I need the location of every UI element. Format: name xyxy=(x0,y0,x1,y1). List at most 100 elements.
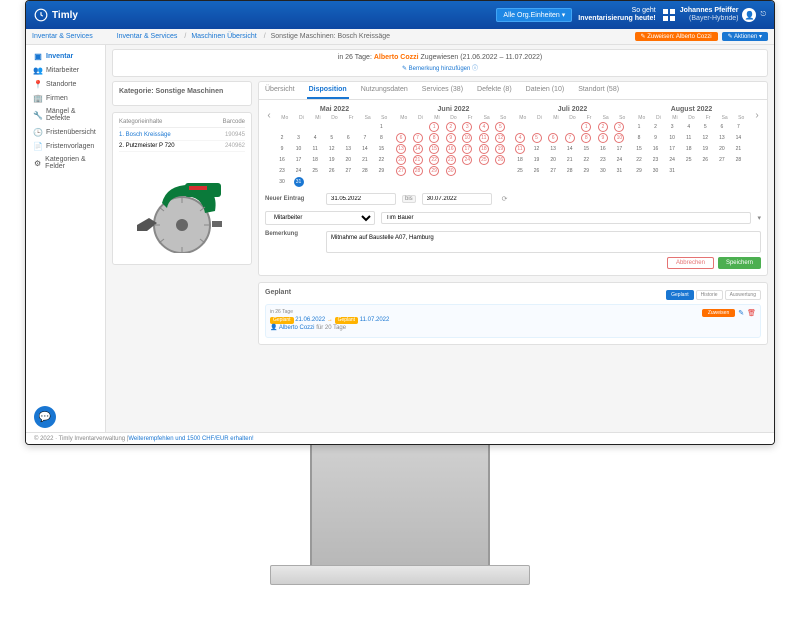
calendar-day[interactable]: 29 xyxy=(581,166,591,176)
calendar-day[interactable]: 18 xyxy=(310,155,320,165)
calendar-day[interactable]: 31 xyxy=(614,166,624,176)
calendar-day[interactable]: 20 xyxy=(396,155,406,165)
calendar-day[interactable]: 4 xyxy=(684,122,694,132)
assignee-type-select[interactable]: Mitarbeiter xyxy=(265,211,375,225)
calendar-day[interactable]: 28 xyxy=(413,166,423,176)
calendar-day[interactable]: 10 xyxy=(462,133,472,143)
calendar-day[interactable]: 12 xyxy=(327,144,337,154)
calendar-day[interactable]: 7 xyxy=(413,133,423,143)
add-remark-link[interactable]: ✎ Bemerkung hinzufügen ⓘ xyxy=(119,63,761,72)
brand-logo[interactable]: Timly xyxy=(34,8,78,22)
calendar-day[interactable]: 15 xyxy=(634,144,644,154)
calendar-day[interactable]: 10 xyxy=(667,133,677,143)
referral-link[interactable]: Weiterempfehlen und 1500 CHF/EUR erhalte… xyxy=(128,436,253,442)
mini-tab-historie[interactable]: Historie xyxy=(696,290,723,300)
calendar-day[interactable]: 26 xyxy=(327,166,337,176)
calendar-day[interactable]: 16 xyxy=(277,155,287,165)
calendar-day[interactable]: 23 xyxy=(446,155,456,165)
calendar-day[interactable]: 13 xyxy=(343,144,353,154)
tab-standort[interactable]: Standort (58) xyxy=(576,82,621,99)
tab-dateien[interactable]: Dateien (10) xyxy=(524,82,567,99)
calendar-day[interactable]: 17 xyxy=(462,144,472,154)
calendar-day[interactable]: 25 xyxy=(479,155,489,165)
calendar-day[interactable]: 9 xyxy=(651,133,661,143)
save-button[interactable]: Speichern xyxy=(718,257,761,269)
calendar-day[interactable]: 30 xyxy=(598,166,608,176)
calendar-day[interactable]: 14 xyxy=(360,144,370,154)
calendar-day[interactable]: 27 xyxy=(396,166,406,176)
calendar-day[interactable]: 27 xyxy=(343,166,353,176)
calendar-day[interactable]: 11 xyxy=(479,133,489,143)
logout-icon[interactable]: ⎋ xyxy=(760,11,766,19)
tab-nutzungsdaten[interactable]: Nutzungsdaten xyxy=(359,82,410,99)
tab-disposition[interactable]: Disposition xyxy=(307,82,349,99)
calendar-day[interactable]: 24 xyxy=(614,155,624,165)
calendar-day[interactable]: 19 xyxy=(700,144,710,154)
calendar-day[interactable]: 15 xyxy=(581,144,591,154)
mini-tab-geplant[interactable]: Geplant xyxy=(666,290,694,300)
calendar-day[interactable]: 21 xyxy=(360,155,370,165)
chat-bubble[interactable]: 💬 xyxy=(34,406,56,428)
calendar-day[interactable]: 10 xyxy=(614,133,624,143)
sidebar-item-mitarbeiter[interactable]: 👥Mitarbeiter xyxy=(26,63,105,77)
calendar-day[interactable]: 15 xyxy=(376,144,386,154)
calendar-day[interactable]: 14 xyxy=(413,144,423,154)
calendar-day[interactable]: 9 xyxy=(598,133,608,143)
calendar-day[interactable]: 7 xyxy=(360,133,370,143)
calendar-day[interactable]: 24 xyxy=(294,166,304,176)
calendar-day[interactable]: 9 xyxy=(277,144,287,154)
calendar-day[interactable]: 17 xyxy=(667,144,677,154)
calendar-day[interactable]: 7 xyxy=(733,122,743,132)
calendar-day[interactable]: 11 xyxy=(684,133,694,143)
calendar-day[interactable]: 19 xyxy=(495,144,505,154)
calendar-day[interactable]: 30 xyxy=(277,177,287,187)
calendar-day[interactable]: 28 xyxy=(733,155,743,165)
calendar-day[interactable]: 8 xyxy=(376,133,386,143)
calendar-day[interactable]: 17 xyxy=(294,155,304,165)
calendar-day[interactable]: 2 xyxy=(446,122,456,132)
calendar-day[interactable]: 6 xyxy=(396,133,406,143)
calendar-day[interactable]: 16 xyxy=(598,144,608,154)
calendar-day[interactable]: 28 xyxy=(360,166,370,176)
delete-icon[interactable]: 🗑 xyxy=(747,309,756,317)
calendar-day[interactable]: 25 xyxy=(310,166,320,176)
calendar-day[interactable]: 19 xyxy=(327,155,337,165)
calendar-day[interactable]: 21 xyxy=(733,144,743,154)
calendar-day[interactable]: 13 xyxy=(396,144,406,154)
cal-prev[interactable]: ‹ xyxy=(265,110,273,121)
calendar-day[interactable]: 3 xyxy=(614,122,624,132)
calendar-day[interactable]: 3 xyxy=(462,122,472,132)
calendar-day[interactable]: 21 xyxy=(565,155,575,165)
calendar-day[interactable]: 6 xyxy=(548,133,558,143)
list-item[interactable]: 2. Putzmeister P 720240962 xyxy=(119,141,245,152)
reload-icon[interactable]: ⟳ xyxy=(502,195,508,203)
calendar-day[interactable]: 27 xyxy=(548,166,558,176)
calendar-day[interactable]: 9 xyxy=(446,133,456,143)
calendar-day[interactable]: 1 xyxy=(429,122,439,132)
calendar-day[interactable]: 26 xyxy=(700,155,710,165)
calendar-day[interactable]: 18 xyxy=(684,144,694,154)
calendar-day[interactable]: 26 xyxy=(495,155,505,165)
sidebar-item-fristenbersicht[interactable]: 🕒Fristenübersicht xyxy=(26,125,105,139)
sidebar-item-kategorienfelder[interactable]: ⚙Kategorien & Felder xyxy=(26,153,105,173)
assign-entry-button[interactable]: Zuweisen xyxy=(702,309,735,317)
calendar-day[interactable]: 16 xyxy=(446,144,456,154)
calendar-day[interactable]: 24 xyxy=(667,155,677,165)
calendar-day[interactable]: 13 xyxy=(548,144,558,154)
breadcrumb-2[interactable]: Maschinen Übersicht xyxy=(191,33,256,40)
assign-button[interactable]: ✎ Zuweisen: Alberto Cozzi xyxy=(635,32,718,41)
calendar-day[interactable]: 4 xyxy=(310,133,320,143)
calendar-day[interactable]: 30 xyxy=(446,166,456,176)
calendar-day[interactable]: 13 xyxy=(717,133,727,143)
edit-icon[interactable]: ✎ xyxy=(738,309,744,317)
calendar-day[interactable]: 26 xyxy=(532,166,542,176)
calendar-day[interactable]: 11 xyxy=(515,144,525,154)
calendar-day[interactable]: 4 xyxy=(515,133,525,143)
calendar-day[interactable]: 8 xyxy=(634,133,644,143)
calendar-day[interactable]: 29 xyxy=(634,166,644,176)
user-menu[interactable]: Johannes Pfeiffer (Bayer-Hybride) 👤 ⎋ xyxy=(662,7,766,22)
sidebar-item-fristenvorlagen[interactable]: 📄Fristenvorlagen xyxy=(26,139,105,153)
sidebar-item-inventar[interactable]: ▣Inventar xyxy=(26,49,105,63)
calendar-day[interactable]: 23 xyxy=(651,155,661,165)
calendar-day[interactable]: 22 xyxy=(634,155,644,165)
